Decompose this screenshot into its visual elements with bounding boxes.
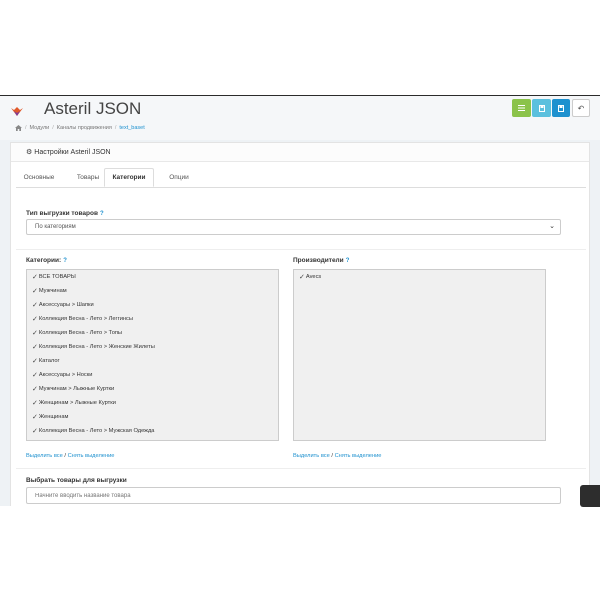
checkbox-checked-icon[interactable]: ✓	[32, 301, 38, 309]
back-icon: ↶	[577, 103, 585, 113]
list-item[interactable]: ✓ Каталог	[27, 354, 278, 368]
panel-title-text: Настройки Asteril JSON	[34, 149, 111, 156]
side-widget-tab[interactable]	[580, 485, 600, 507]
chevron-down-icon: ⌄	[549, 223, 555, 230]
product-search-input[interactable]	[26, 487, 561, 504]
categories-label: Категории:?	[26, 257, 67, 264]
checkbox-checked-icon[interactable]: ✓	[32, 273, 38, 281]
list-icon	[518, 105, 525, 111]
export-type-label: Тип выгрузки товаров?	[26, 210, 104, 217]
page-title: Asteril JSON	[44, 99, 142, 118]
breadcrumb-separator: /	[114, 125, 117, 131]
list-item[interactable]: ✓ Коллекция Весна - Лето > Женские Жилеты	[27, 340, 278, 354]
list-item[interactable]: ✓ Коллекция Весна - Лето > Топы	[27, 326, 278, 340]
manufacturers-label-text: Производители	[293, 257, 344, 264]
list-item[interactable]: ✓ Аксессуары > Носки	[27, 368, 278, 382]
save-icon	[558, 104, 564, 112]
export-type-value: По категориям	[35, 224, 76, 230]
list-button[interactable]	[512, 99, 531, 117]
manufacturers-selection-links: Выделить все / Снять выделение	[293, 453, 381, 459]
gear-icon: ⚙	[26, 149, 33, 156]
list-item-label: Женщинам	[38, 414, 69, 420]
copy-button[interactable]	[532, 99, 551, 117]
deselect-link[interactable]: Снять выделение	[68, 453, 115, 459]
list-item-label: Коллекция Весна - Лето > Мужская Одежда	[38, 428, 155, 434]
list-item-label: Женщинам > Лыжные Куртки	[38, 400, 116, 406]
panel-title: ⚙ Настройки Asteril JSON	[26, 148, 111, 156]
deselect-link[interactable]: Снять выделение	[335, 453, 382, 459]
checkbox-checked-icon[interactable]: ✓	[32, 287, 38, 295]
categories-list[interactable]: ✓ ВСЕ ТОВАРЫ ✓ Мужчинам ✓ Аксессуары > Шапк…	[26, 269, 279, 441]
list-item[interactable]: ✓ Женщинам > Лыжные Куртки	[27, 396, 278, 410]
list-item[interactable]: ✓ Коллекция Весна - Лето > Мужская Одежда	[27, 424, 278, 438]
list-item[interactable]: ✓ ВСЕ ТОВАРЫ	[27, 270, 278, 284]
list-item-label: Аксессуары > Шапки	[38, 302, 94, 308]
list-item-label: Avecs	[305, 274, 322, 280]
checkbox-checked-icon[interactable]: ✓	[32, 413, 38, 421]
list-item-label: Мужчинам > Лыжные Куртки	[38, 386, 115, 392]
help-icon: ?	[99, 211, 104, 217]
settings-panel: ⚙ Настройки Asteril JSON Основные Товары …	[10, 142, 590, 506]
tab-main[interactable]: Основные	[16, 168, 62, 187]
tab-categories[interactable]: Категории	[104, 168, 154, 187]
list-item[interactable]: ✓ Avecs	[294, 270, 545, 284]
checkbox-checked-icon[interactable]: ✓	[32, 371, 38, 379]
checkbox-checked-icon[interactable]: ✓	[32, 329, 38, 337]
breadcrumb: / Модули / Каналы продвижения / text_bas…	[15, 125, 145, 131]
manufacturers-label: Производители?	[293, 257, 349, 264]
categories-label-text: Категории:	[26, 257, 62, 264]
checkbox-checked-icon[interactable]: ✓	[32, 399, 38, 407]
link-separator: /	[331, 453, 333, 459]
product-picker-label: Выбрать товары для выгрузки	[26, 477, 127, 484]
checkbox-checked-icon[interactable]: ✓	[32, 315, 38, 323]
breadcrumb-current[interactable]: text_baset	[119, 125, 144, 131]
home-icon[interactable]	[15, 125, 22, 131]
breadcrumb-separator: /	[25, 125, 27, 131]
page-header: Asteril JSON ↶ / Модули / Каналы продвиж…	[0, 96, 600, 140]
link-separator: /	[64, 453, 66, 459]
select-all-link[interactable]: Выделить все	[293, 453, 330, 459]
breadcrumb-separator: /	[52, 125, 54, 131]
export-type-select[interactable]: По категориям ⌄	[26, 219, 561, 235]
list-item[interactable]: ✓ Мужчинам	[27, 284, 278, 298]
list-item-label: Мужчинам	[38, 288, 67, 294]
checkbox-checked-icon[interactable]: ✓	[32, 427, 38, 435]
list-item-label: Коллекция Весна - Лето > Топы	[38, 330, 123, 336]
checkbox-checked-icon[interactable]: ✓	[32, 343, 38, 351]
checkbox-checked-icon[interactable]: ✓	[299, 273, 305, 281]
back-button[interactable]: ↶	[572, 99, 590, 117]
categories-selection-links: Выделить все / Снять выделение	[26, 453, 114, 459]
list-item[interactable]: ✓ Аксессуары > Шапки	[27, 298, 278, 312]
manufacturers-list[interactable]: ✓ Avecs	[293, 269, 546, 441]
list-item-label: ВСЕ ТОВАРЫ	[38, 274, 76, 280]
list-item[interactable]: ✓ Женщинам	[27, 410, 278, 424]
copy-icon	[538, 104, 545, 112]
app-screen: Asteril JSON ↶ / Модули / Каналы продвиж…	[0, 95, 600, 506]
panel-heading: ⚙ Настройки Asteril JSON	[11, 143, 589, 162]
tab-bar: Основные Товары Категории Опции	[16, 168, 586, 188]
list-item[interactable]: ✓ Коллекция Весна - Лето > Леггинсы	[27, 312, 278, 326]
breadcrumb-modules[interactable]: Модули	[30, 125, 50, 131]
list-item-label: Коллекция Весна - Лето > Леггинсы	[38, 316, 133, 322]
list-item[interactable]: ✓ Мужчинам > Лыжные Куртки	[27, 382, 278, 396]
list-item-label: Коллекция Весна - Лето > Женские Жилеты	[38, 344, 155, 350]
help-icon: ?	[345, 258, 350, 264]
list-item-label: Каталог	[38, 358, 60, 364]
checkbox-checked-icon[interactable]: ✓	[32, 357, 38, 365]
export-type-label-text: Тип выгрузки товаров	[26, 210, 98, 217]
tab-options[interactable]: Опции	[158, 168, 200, 187]
save-button[interactable]	[552, 99, 570, 117]
app-logo-icon	[11, 107, 23, 116]
list-item-label: Аксессуары > Носки	[38, 372, 93, 378]
divider	[16, 249, 586, 250]
divider	[16, 468, 586, 469]
help-icon: ?	[63, 258, 67, 264]
breadcrumb-promo-channels[interactable]: Каналы продвижения	[57, 125, 112, 131]
checkbox-checked-icon[interactable]: ✓	[32, 385, 38, 393]
select-all-link[interactable]: Выделить все	[26, 453, 63, 459]
